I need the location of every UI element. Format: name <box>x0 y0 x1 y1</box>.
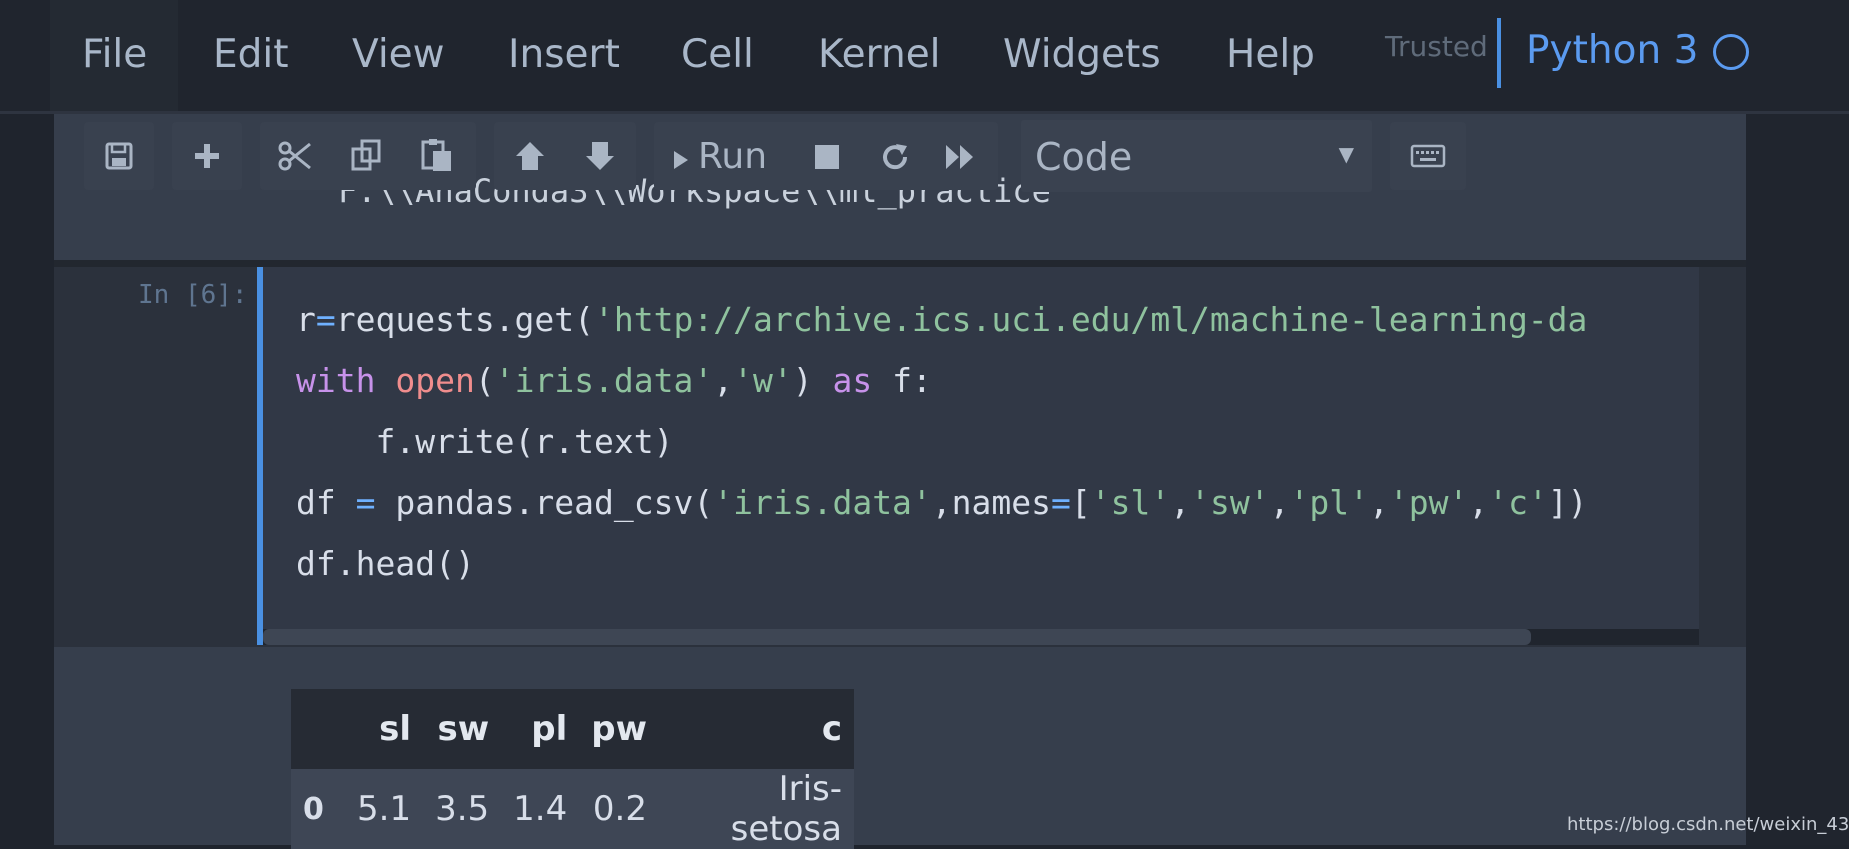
code-line-4[interactable]: df = pandas.read_csv('iris.data',names=[… <box>296 483 1588 522</box>
copy-button[interactable] <box>350 138 382 172</box>
menu-cell[interactable]: Cell <box>681 32 754 77</box>
interrupt-button[interactable] <box>814 144 840 170</box>
run-button-group: Run <box>654 122 998 190</box>
move-up-button[interactable] <box>514 140 546 172</box>
cell-separator <box>54 260 1746 267</box>
code-line-5[interactable]: df.head() <box>296 544 475 583</box>
table-header-sw: sw <box>437 709 490 749</box>
paste-button[interactable] <box>420 137 454 173</box>
arrow-up-icon <box>516 142 544 170</box>
table-header-pw: pw <box>591 709 647 749</box>
dataframe-table: sl sw pl pw c 0 5.1 3.5 1.4 0.2 Iris-set… <box>291 689 854 849</box>
menu-kernel[interactable]: Kernel <box>818 32 941 77</box>
menu-edit[interactable]: Edit <box>213 32 289 77</box>
menu-view[interactable]: View <box>352 32 445 77</box>
run-button-label: Run <box>698 136 768 177</box>
kernel-name[interactable]: Python 3 <box>1526 28 1698 73</box>
table-header-sl: sl <box>379 709 412 749</box>
code-line-2[interactable]: with open('iris.data','w') as f: <box>296 361 932 400</box>
move-button-group <box>494 122 636 190</box>
restart-icon <box>883 144 908 170</box>
cell-type-value: Code <box>1035 135 1133 179</box>
kernel-divider <box>1497 18 1501 88</box>
menu-insert[interactable]: Insert <box>508 32 620 77</box>
watermark-url: https://blog.csdn.net/weixin_43697287 <box>1567 814 1849 835</box>
kernel-idle-icon <box>1713 34 1749 70</box>
code-line-1[interactable]: r=requests.get('http://archive.ics.uci.e… <box>296 300 1587 339</box>
horizontal-scrollbar-thumb[interactable] <box>263 629 1531 645</box>
code-line-3[interactable]: f.write(r.text) <box>296 422 673 461</box>
restart-button[interactable] <box>880 142 910 172</box>
menu-file[interactable]: File <box>82 32 147 77</box>
table-cell: 5.1 <box>357 789 412 829</box>
copy-icon <box>351 139 381 171</box>
cut-button[interactable] <box>278 140 312 172</box>
table-cell: 1.4 <box>513 789 568 829</box>
keyboard-icon <box>1410 144 1446 168</box>
stop-icon <box>815 145 839 169</box>
table-header-row: sl sw pl pw c <box>291 689 854 769</box>
trusted-indicator[interactable]: Trusted <box>1385 30 1488 63</box>
run-button[interactable]: Run <box>672 136 767 177</box>
restart-run-all-button[interactable] <box>944 142 976 172</box>
menu-widgets[interactable]: Widgets <box>1003 32 1161 77</box>
menu-help[interactable]: Help <box>1226 32 1315 77</box>
cell-type-select[interactable]: Code ▼ <box>1021 120 1372 192</box>
table-header-index <box>291 689 345 769</box>
table-cell-index: 0 <box>303 791 324 827</box>
insert-cell-button[interactable] <box>172 122 242 190</box>
save-button[interactable] <box>84 122 154 190</box>
table-header-c: c <box>821 709 842 749</box>
table-cell: Iris-setosa <box>730 769 842 849</box>
run-icon <box>674 150 688 169</box>
table-header-pl: pl <box>531 709 568 749</box>
move-down-button[interactable] <box>584 140 616 172</box>
table-cell: 0.2 <box>592 789 647 829</box>
command-palette-button[interactable] <box>1390 122 1466 190</box>
fast-forward-icon <box>946 145 973 169</box>
cell-prompt: In [6]: <box>138 280 248 310</box>
table-cell: 3.5 <box>435 789 490 829</box>
clipboard-button-group <box>260 122 476 190</box>
right-gutter <box>1746 114 1849 845</box>
save-icon <box>105 142 133 170</box>
menubar: File Edit View Insert Cell Kernel Widget… <box>0 0 1849 111</box>
chevron-down-icon: ▼ <box>1338 142 1354 166</box>
paste-icon <box>421 139 451 171</box>
arrow-down-icon <box>586 142 614 170</box>
cut-icon <box>278 141 311 171</box>
plus-icon <box>195 144 219 168</box>
table-row: 0 5.1 3.5 1.4 0.2 Iris-setosa <box>291 769 854 849</box>
